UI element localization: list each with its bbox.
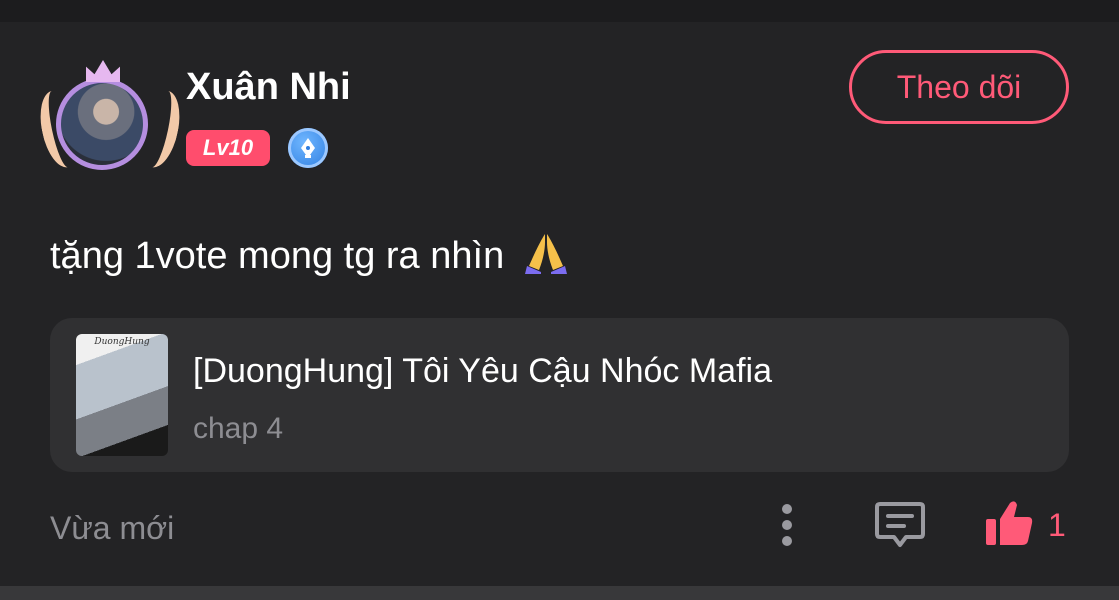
story-card[interactable]: DuongHung [DuongHung] Tôi Yêu Cậu Nhóc M…	[50, 318, 1069, 472]
comment-icon[interactable]	[874, 500, 926, 550]
like-button[interactable]: 1	[984, 500, 1074, 550]
pen-nib-icon[interactable]	[288, 128, 328, 168]
story-cover-image: DuongHung	[76, 334, 168, 456]
bottom-divider	[0, 586, 1119, 600]
comment-text: tặng 1vote mong tg ra nhìn	[50, 230, 569, 284]
like-count: 1	[1048, 506, 1066, 543]
top-divider	[0, 0, 1119, 22]
timestamp: Vừa mới	[50, 510, 175, 546]
comment-body: tặng 1vote mong tg ra nhìn	[50, 235, 505, 277]
avatar[interactable]	[34, 60, 186, 184]
story-cover-title: DuongHung	[94, 337, 150, 347]
avatar-crown-icon	[86, 60, 120, 82]
pray-emoji-icon	[523, 230, 569, 284]
story-title: [DuongHung] Tôi Yêu Cậu Nhóc Mafia	[193, 352, 772, 390]
level-badge: Lv10	[186, 130, 270, 166]
story-chapter: chap 4	[193, 412, 284, 445]
more-vertical-icon[interactable]	[772, 502, 802, 548]
follow-button[interactable]: Theo dõi	[849, 50, 1069, 124]
username[interactable]: Xuân Nhi	[186, 66, 351, 109]
thumbs-up-icon	[984, 499, 1034, 552]
avatar-photo	[56, 78, 148, 170]
